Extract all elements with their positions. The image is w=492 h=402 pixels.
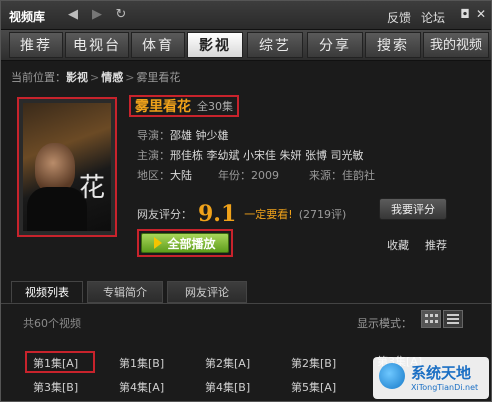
cast-label: 主演： — [137, 149, 170, 162]
rate-button[interactable]: 我要评分 — [379, 198, 447, 220]
movie-title: 雾里看花 — [135, 99, 191, 115]
main-nav: 推荐 电视台 体育 影视 综艺 分享 搜索 我的视频 — [1, 30, 491, 61]
forum-link[interactable]: 论坛 — [421, 9, 445, 26]
region-value: 大陆 — [170, 169, 192, 182]
director-value[interactable]: 邵雄 钟少雄 — [170, 129, 229, 142]
play-all-label: 全部播放 — [167, 236, 216, 251]
episode-item[interactable]: 第5集[A] — [291, 379, 336, 395]
restore-icon[interactable]: ◘ — [459, 8, 471, 20]
breadcrumb-separator: > — [90, 71, 100, 84]
tab-film[interactable]: 影视 — [187, 32, 243, 58]
play-all-button[interactable]: 全部播放 — [141, 233, 229, 253]
tab-user-comments[interactable]: 网友评论 — [167, 281, 247, 303]
year-value: 2009 — [251, 169, 279, 182]
poster-title-glyph: 花 — [78, 173, 105, 203]
episode-item[interactable]: 第4集[A] — [119, 379, 164, 395]
content-area: 当前位置：影视 > 情感 > 雾里看花 花 雾里看花 全30集 导演：邵雄 钟少雄 主演… — [1, 61, 491, 401]
episode-item[interactable]: 第2集[A] — [205, 355, 250, 371]
tab-my-videos[interactable]: 我的视频 — [423, 32, 489, 58]
tab-search[interactable]: 搜索 — [365, 32, 421, 58]
rating-row: 网友评分： 9.1 一定要看! (2719评) — [137, 201, 346, 227]
episode-item[interactable]: 第4集[B] — [205, 379, 250, 395]
source-value: 佳韵社 — [342, 169, 375, 182]
director-row: 导演：邵雄 钟少雄 — [137, 127, 229, 143]
episode-item[interactable]: 第3集[B] — [33, 379, 78, 395]
episode-item[interactable]: 第1集[B] — [119, 355, 164, 371]
tab-variety[interactable]: 综艺 — [247, 32, 303, 58]
movie-poster[interactable]: 花 — [23, 103, 111, 231]
rating-verdict: 一定要看! — [244, 208, 293, 221]
play-icon — [154, 237, 163, 249]
cast-row: 主演：邢佳栋 李幼斌 小宋佳 朱妍 张博 司光敏 — [137, 147, 363, 163]
cast-value[interactable]: 邢佳栋 李幼斌 小宋佳 朱妍 张博 司光敏 — [170, 149, 363, 162]
breadcrumb-emotion[interactable]: 情感 — [101, 71, 123, 84]
display-mode-label: 显示模式： — [357, 317, 412, 330]
tab-share[interactable]: 分享 — [307, 32, 363, 58]
tab-album-intro[interactable]: 专辑简介 — [87, 281, 163, 303]
recommend-button[interactable]: 推荐 — [425, 237, 447, 253]
source-label: 来源： — [309, 169, 342, 182]
list-tabs: 视频列表 专辑简介 网友评论 — [1, 279, 491, 304]
app-title: 视频库 — [9, 10, 46, 24]
grid-view-icon[interactable] — [421, 310, 441, 328]
breadcrumb-separator: > — [125, 71, 135, 84]
breadcrumb: 当前位置：影视 > 情感 > 雾里看花 — [11, 69, 180, 85]
title-highlight: 雾里看花 全30集 — [129, 95, 239, 117]
play-highlight: 全部播放 — [137, 229, 233, 257]
forward-icon[interactable]: ▶ — [89, 7, 105, 23]
back-icon[interactable]: ◀ — [65, 7, 81, 23]
refresh-icon[interactable]: ↻ — [113, 7, 129, 23]
episode-item[interactable]: 第1集[A] — [33, 355, 78, 371]
video-library-window: 视频库 ◀ ▶ ↻ 反馈 论坛 ◘ ✕ 推荐 电视台 体育 影视 综艺 分享 搜… — [0, 0, 492, 402]
watermark-title: 系统天地 — [411, 364, 472, 382]
close-icon[interactable]: ✕ — [475, 8, 487, 20]
director-label: 导演： — [137, 129, 170, 142]
breadcrumb-film[interactable]: 影视 — [66, 71, 88, 84]
tab-recommend[interactable]: 推荐 — [9, 32, 63, 58]
rating-label: 网友评分： — [137, 208, 192, 221]
year-label: 年份： — [218, 169, 251, 182]
rating-score: 9.1 — [198, 201, 237, 227]
favorite-button[interactable]: 收藏 — [387, 237, 409, 253]
meta-row: 地区：大陆 年份：2009 来源：佳韵社 — [137, 167, 375, 183]
site-watermark: 系统天地 XiTongTianDi.net — [373, 357, 489, 399]
region-label: 地区： — [137, 169, 170, 182]
poster-highlight: 花 — [17, 97, 117, 237]
tab-video-list[interactable]: 视频列表 — [11, 281, 83, 303]
rating-count: (2719评) — [298, 208, 347, 221]
breadcrumb-prefix: 当前位置： — [11, 71, 66, 84]
watermark-logo-icon — [379, 363, 405, 389]
list-view-icon[interactable] — [443, 310, 463, 328]
tab-sports[interactable]: 体育 — [131, 32, 185, 58]
episode-count: 全30集 — [197, 100, 233, 113]
watermark-subtitle: XiTongTianDi.net — [411, 383, 479, 392]
title-bar: 视频库 ◀ ▶ ↻ 反馈 论坛 ◘ ✕ — [1, 1, 491, 30]
poster-face — [35, 143, 75, 193]
video-total: 共60个视频 — [23, 317, 81, 330]
episode-item[interactable]: 第2集[B] — [291, 355, 336, 371]
tab-tv[interactable]: 电视台 — [65, 32, 129, 58]
breadcrumb-current: 雾里看花 — [136, 71, 181, 84]
feedback-link[interactable]: 反馈 — [387, 9, 411, 26]
